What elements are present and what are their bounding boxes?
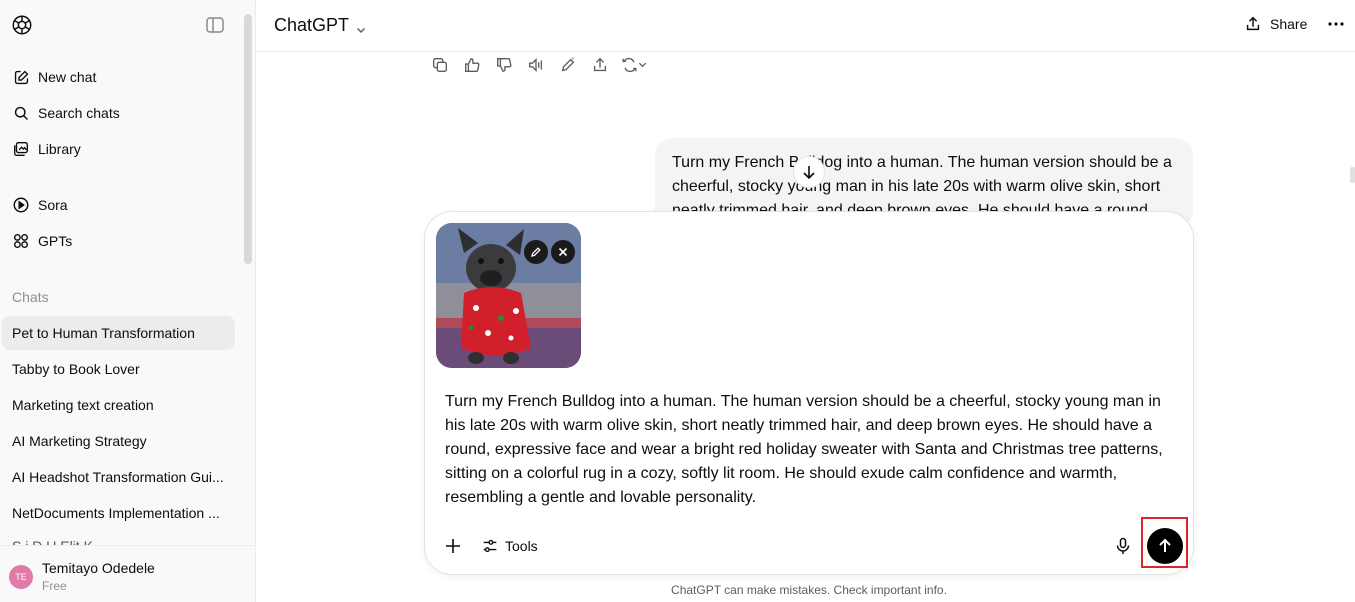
new-chat-icon xyxy=(12,68,30,86)
model-selector[interactable]: ChatGPT xyxy=(274,15,367,36)
library-label: Library xyxy=(38,141,81,157)
history-item[interactable]: Tabby to Book Lover xyxy=(2,352,235,386)
chats-section-label: Chats xyxy=(12,289,49,305)
edit-image-button[interactable] xyxy=(524,240,548,264)
copy-icon[interactable] xyxy=(424,55,456,75)
new-chat-label: New chat xyxy=(38,69,97,85)
sora-label: Sora xyxy=(38,197,68,213)
share-label: Share xyxy=(1270,16,1308,32)
regenerate-icon[interactable] xyxy=(616,55,652,75)
chevron-down-icon xyxy=(355,20,367,33)
microphone-icon[interactable] xyxy=(1113,536,1133,556)
search-icon xyxy=(12,104,30,122)
library-icon xyxy=(12,140,30,158)
avatar: TE xyxy=(9,565,33,589)
history-item-label: AI Headshot Transformation Gui... xyxy=(12,469,224,485)
share-icon xyxy=(1244,15,1262,33)
sidebar-header xyxy=(0,0,256,52)
history-item[interactable]: AI Headshot Transformation Gui... xyxy=(2,460,235,494)
edit-icon[interactable] xyxy=(552,55,584,75)
history-item-label: Pet to Human Transformation xyxy=(12,325,195,341)
history-item-label: NetDocuments Implementation ... xyxy=(12,505,220,521)
thumbs-up-icon[interactable] xyxy=(456,55,488,75)
play-icon xyxy=(12,196,30,214)
history-item[interactable]: NetDocuments Implementation ... xyxy=(2,496,235,530)
model-name: ChatGPT xyxy=(274,15,350,35)
history-item[interactable]: Pet to Human Transformation xyxy=(2,316,235,350)
history-item[interactable]: Marketing text creation xyxy=(2,388,235,422)
arrow-down-icon xyxy=(803,166,815,180)
user-plan: Free xyxy=(42,579,67,593)
top-bar: ChatGPT Share xyxy=(256,0,1355,52)
history-item[interactable]: AI Marketing Strategy xyxy=(2,424,235,458)
plus-icon[interactable] xyxy=(443,536,463,556)
read-aloud-icon[interactable] xyxy=(520,55,552,75)
thumbs-down-icon[interactable] xyxy=(488,55,520,75)
search-chats-button[interactable]: Search chats xyxy=(2,96,235,130)
attached-image[interactable] xyxy=(436,223,581,368)
tools-label: Tools xyxy=(505,538,538,554)
close-icon xyxy=(558,247,568,257)
more-options-icon[interactable] xyxy=(1326,14,1346,34)
sora-button[interactable]: Sora xyxy=(2,188,235,222)
sidebar: New chat Search chats Library Sora GPTs … xyxy=(0,0,256,602)
gpts-button[interactable]: GPTs xyxy=(2,224,235,258)
history-item[interactable]: S i D U Elit K xyxy=(2,532,235,546)
user-profile[interactable]: TE Temitayo Odedele Free xyxy=(0,545,255,602)
history-item-label: Tabby to Book Lover xyxy=(12,361,140,377)
library-button[interactable]: Library xyxy=(2,132,235,166)
sidebar-scrollbar[interactable] xyxy=(244,14,252,264)
main-scrollbar[interactable] xyxy=(1350,167,1355,183)
user-message-text: Turn my French Bulldog into a human. The… xyxy=(672,154,1172,219)
message-composer: Turn my French Bulldog into a human. The… xyxy=(424,211,1194,575)
gpts-label: GPTs xyxy=(38,233,73,249)
export-icon[interactable] xyxy=(584,55,616,75)
sidebar-toggle-icon[interactable] xyxy=(205,15,225,35)
search-chats-label: Search chats xyxy=(38,105,120,121)
openai-logo-icon[interactable] xyxy=(11,14,33,36)
disclaimer-text: ChatGPT can make mistakes. Check importa… xyxy=(671,583,947,597)
pencil-icon xyxy=(531,247,541,257)
new-chat-button[interactable]: New chat xyxy=(2,60,235,94)
user-name: Temitayo Odedele xyxy=(42,560,155,576)
share-button[interactable]: Share xyxy=(1244,15,1307,33)
history-item-label: AI Marketing Strategy xyxy=(12,433,147,449)
message-actions xyxy=(424,55,652,75)
tools-button[interactable]: Tools xyxy=(481,537,538,555)
arrow-up-icon xyxy=(1159,538,1171,552)
scroll-down-button[interactable] xyxy=(793,156,825,188)
remove-image-button[interactable] xyxy=(551,240,575,264)
prompt-input[interactable]: Turn my French Bulldog into a human. The… xyxy=(445,390,1175,510)
grid-icon xyxy=(12,232,30,250)
sliders-icon xyxy=(481,537,499,555)
send-button[interactable] xyxy=(1147,528,1183,564)
history-item-label: Marketing text creation xyxy=(12,397,154,413)
